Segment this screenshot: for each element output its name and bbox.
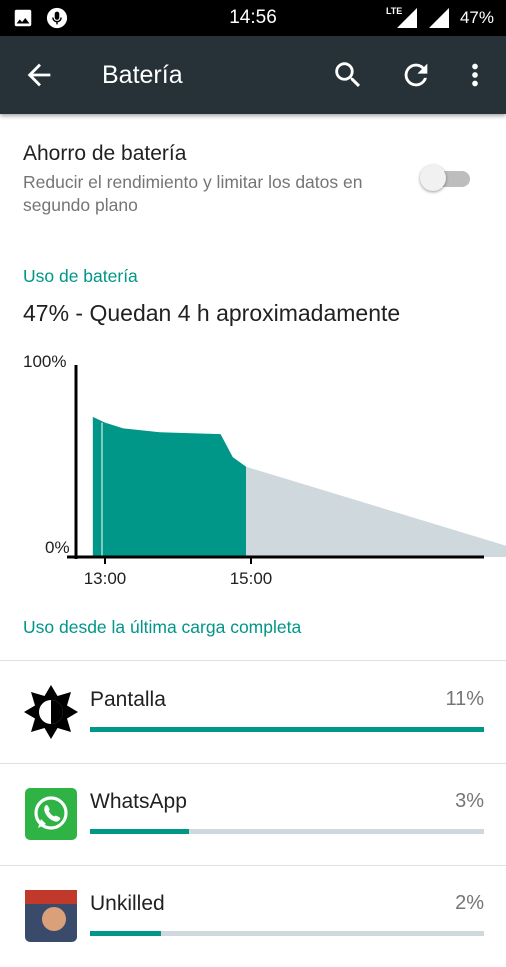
chart-area-projected bbox=[246, 466, 506, 557]
usage-bar-fill bbox=[90, 931, 161, 936]
wifi-signal-icon bbox=[428, 8, 449, 28]
chart-ticks: 13:0015:0019:00 bbox=[84, 557, 273, 588]
app-row-pantalla[interactable]: Pantalla 11% bbox=[0, 661, 506, 763]
refresh-icon[interactable] bbox=[399, 58, 433, 92]
chart-y-min-label: 0% bbox=[45, 538, 70, 557]
app-name: Pantalla bbox=[90, 688, 166, 711]
battery-saver-title: Ahorro de batería bbox=[23, 142, 187, 165]
more-vert-icon[interactable] bbox=[458, 58, 492, 92]
app-percent: 11% bbox=[445, 688, 484, 710]
toggle-thumb bbox=[420, 165, 446, 191]
network-type: LTE bbox=[385, 6, 403, 16]
unkilled-app-icon bbox=[25, 890, 77, 942]
battery-usage-summary: 47% - Quedan 4 h aproximadamente bbox=[23, 300, 401, 326]
battery-history-chart[interactable]: 100% 0% 13:0015:0019:00 bbox=[0, 345, 506, 595]
battery-saver-row[interactable]: Ahorro de batería Reducir el rendimiento… bbox=[0, 114, 506, 226]
chart-y-max-label: 100% bbox=[23, 352, 66, 371]
arrow-back-icon[interactable] bbox=[22, 58, 56, 92]
toolbar: Batería bbox=[0, 36, 506, 114]
chart-x-tick-label: 13:00 bbox=[84, 569, 127, 588]
usage-bar-fill bbox=[90, 829, 189, 834]
chart-marks bbox=[92, 416, 506, 557]
whatsapp-icon bbox=[25, 788, 77, 840]
usage-bar-fill bbox=[90, 727, 484, 732]
status-right-icons: LTE 47% bbox=[385, 6, 494, 29]
search-icon[interactable] bbox=[331, 58, 365, 92]
app-row-whatsapp[interactable]: WhatsApp 3% bbox=[0, 763, 506, 865]
battery-usage-header: Uso de batería bbox=[23, 266, 138, 286]
app-name: WhatsApp bbox=[90, 790, 187, 813]
page-title: Batería bbox=[102, 61, 183, 89]
app-name: Unkilled bbox=[90, 892, 165, 915]
app-percent: 2% bbox=[455, 892, 484, 914]
app-row-unkilled[interactable]: Unkilled 2% bbox=[0, 865, 506, 967]
app-percent: 3% bbox=[455, 790, 484, 812]
usage-bar bbox=[90, 727, 484, 732]
since-full-charge-header: Uso desde la última carga completa bbox=[23, 617, 302, 637]
chart-x-tick-label: 15:00 bbox=[230, 569, 273, 588]
battery-percent: 47% bbox=[459, 8, 494, 27]
chart-area-actual bbox=[92, 416, 247, 557]
status-bar: 14:56 LTE 47% bbox=[0, 0, 506, 36]
usage-bar bbox=[90, 931, 484, 936]
battery-saver-toggle[interactable] bbox=[420, 164, 472, 192]
brightness-icon bbox=[24, 685, 78, 739]
battery-saver-description: Reducir el rendimiento y limitar los dat… bbox=[23, 172, 363, 215]
lte-signal-icon: LTE bbox=[385, 6, 418, 29]
usage-bar bbox=[90, 829, 484, 834]
